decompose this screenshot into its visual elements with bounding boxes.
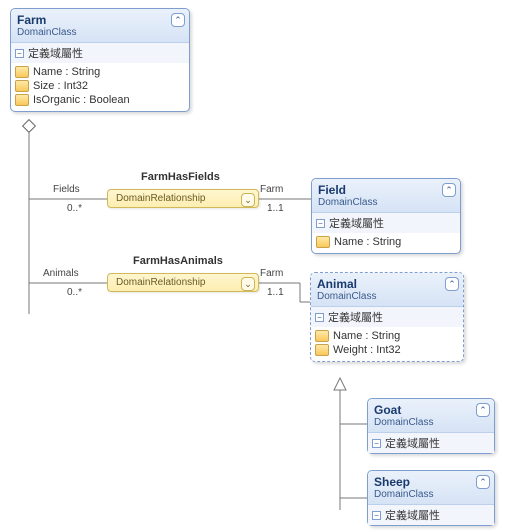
property-icon bbox=[15, 80, 29, 92]
role-label: Animals bbox=[43, 268, 79, 279]
rel-title-fields: FarmHasFields bbox=[141, 171, 220, 183]
class-name: Field bbox=[318, 183, 454, 197]
collapse-icon[interactable]: ⌃ bbox=[476, 475, 490, 489]
class-animal[interactable]: Animal DomainClass ⌃ −定義域屬性 Name : Strin… bbox=[310, 272, 464, 362]
property-icon bbox=[315, 330, 329, 342]
class-name: Farm bbox=[17, 13, 183, 27]
rel-stereotype: DomainRelationship bbox=[116, 193, 238, 204]
rel-farmhasfields[interactable]: DomainRelationship ⌄ bbox=[107, 189, 259, 208]
attribute[interactable]: Size : Int32 bbox=[15, 79, 185, 93]
property-icon bbox=[315, 344, 329, 356]
attribute[interactable]: Weight : Int32 bbox=[315, 343, 459, 357]
rel-farmhasanimals[interactable]: DomainRelationship ⌄ bbox=[107, 273, 259, 292]
attribute[interactable]: IsOrganic : Boolean bbox=[15, 93, 185, 107]
class-field[interactable]: Field DomainClass ⌃ −定義域屬性 Name : String bbox=[311, 178, 461, 254]
rel-stereotype: DomainRelationship bbox=[116, 277, 238, 288]
collapse-icon[interactable]: ⌃ bbox=[442, 183, 456, 197]
class-name: Goat bbox=[374, 403, 488, 417]
role-label: Farm bbox=[260, 184, 283, 195]
mult-label: 0..* bbox=[67, 287, 82, 298]
class-sheep[interactable]: Sheep DomainClass ⌃ −定義域屬性 bbox=[367, 470, 495, 526]
attribute[interactable]: Name : String bbox=[315, 329, 459, 343]
expand-icon[interactable]: ⌄ bbox=[241, 193, 255, 207]
mult-label: 0..* bbox=[67, 203, 82, 214]
class-name: Animal bbox=[317, 277, 457, 291]
class-stereotype: DomainClass bbox=[374, 417, 488, 428]
property-icon bbox=[15, 94, 29, 106]
class-goat[interactable]: Goat DomainClass ⌃ −定義域屬性 bbox=[367, 398, 495, 454]
attrs-header[interactable]: −定義域屬性 bbox=[11, 43, 189, 63]
composition-diamond bbox=[22, 119, 36, 133]
class-farm[interactable]: Farm DomainClass ⌃ −定義域屬性 Name : String … bbox=[10, 8, 190, 112]
property-icon bbox=[316, 236, 330, 248]
rel-title-animals: FarmHasAnimals bbox=[133, 255, 223, 267]
attrs-header[interactable]: −定義域屬性 bbox=[368, 505, 494, 525]
collapse-icon[interactable]: ⌃ bbox=[476, 403, 490, 417]
class-stereotype: DomainClass bbox=[17, 27, 183, 38]
attrs-header[interactable]: −定義域屬性 bbox=[312, 213, 460, 233]
attrs-header[interactable]: −定義域屬性 bbox=[311, 307, 463, 327]
collapse-icon[interactable]: ⌃ bbox=[445, 277, 459, 291]
mult-label: 1..1 bbox=[267, 287, 284, 298]
attribute[interactable]: Name : String bbox=[316, 235, 456, 249]
role-label: Farm bbox=[260, 268, 283, 279]
class-stereotype: DomainClass bbox=[374, 489, 488, 500]
property-icon bbox=[15, 66, 29, 78]
role-label: Fields bbox=[53, 184, 80, 195]
collapse-icon[interactable]: ⌃ bbox=[171, 13, 185, 27]
class-stereotype: DomainClass bbox=[318, 197, 454, 208]
mult-label: 1..1 bbox=[267, 203, 284, 214]
expand-icon[interactable]: ⌄ bbox=[241, 277, 255, 291]
class-name: Sheep bbox=[374, 475, 488, 489]
attribute[interactable]: Name : String bbox=[15, 65, 185, 79]
class-stereotype: DomainClass bbox=[317, 291, 457, 302]
attrs-header[interactable]: −定義域屬性 bbox=[368, 433, 494, 453]
